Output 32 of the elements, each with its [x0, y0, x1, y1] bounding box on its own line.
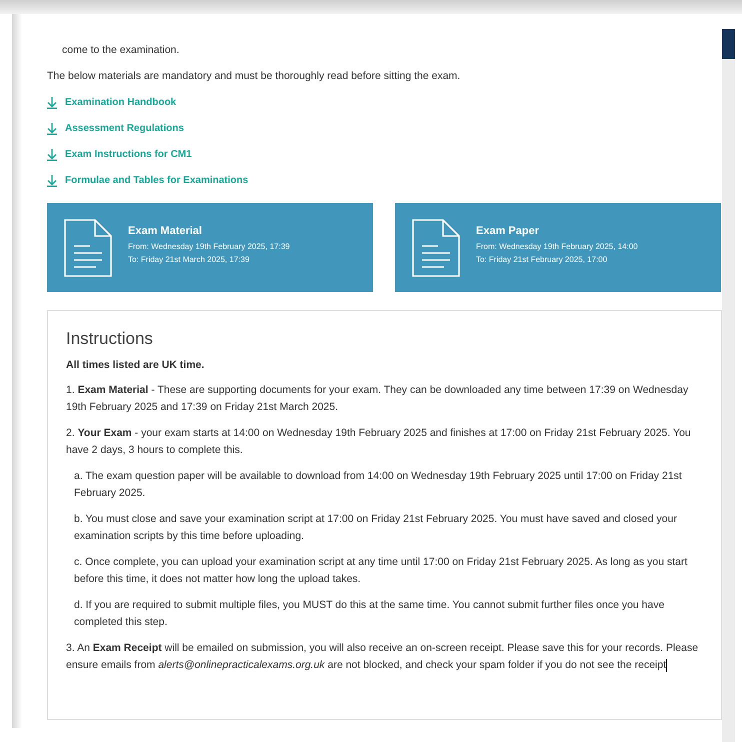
- instructions-title: Instructions: [66, 328, 154, 350]
- intro-text: The below materials are mandatory and must be thoroughly read before sitting the exam.: [47, 69, 462, 84]
- exam-card[interactable]: Exam Paper From: Wednesday 19th February 2025, 14:00 To: Friday 21st February 2025, 17:00: [395, 203, 721, 292]
- card-to-date: To: Friday 21st February 2025, 17:00: [476, 254, 608, 266]
- text-cursor: [666, 658, 668, 672]
- instruction-paragraph: 3. An Exam Receipt will be emailed on submission, you will also receive an on-screen receipt. Please save this for your records. Please ensure emails from alerts@onlinepracticalexams.org.uk are not blocked, and check your spam folder if you do not see the receipt: [66, 641, 700, 674]
- timezone-note: All times listed are UK time.: [66, 358, 206, 373]
- download-link[interactable]: Formulae and Tables for Examinations: [65, 172, 248, 189]
- instruction-paragraph: d. If you are required to submit multiple files, you MUST do this at the same time. You cannot submit further files once you have completed this step.: [74, 598, 666, 630]
- card-to-date: To: Friday 21st March 2025, 17:39: [128, 254, 250, 266]
- card-from-date: From: Wednesday 19th February 2025, 14:00: [476, 240, 638, 252]
- scrollbar-thumb[interactable]: [722, 29, 735, 59]
- exam-card[interactable]: Exam Material From: Wednesday 19th February 2025, 17:39 To: Friday 21st March 2025, 17:39: [47, 203, 373, 292]
- instruction-paragraph: 1. Exam Material - These are supporting documents for your exam. They can be downloaded any time between 17:39 on Wednesday 19th February 2025 and 17:39 on Friday 21st March 2025.: [66, 383, 690, 415]
- download-icon: [47, 96, 57, 108]
- download-icon: [47, 174, 57, 186]
- card-title: Exam Material: [128, 224, 203, 238]
- instruction-paragraph: a. The exam question paper will be available to download from 14:00 on Wednesday 19th February 2025 until 17:00 on Friday 21st February 2025.: [74, 469, 683, 501]
- scrollbar[interactable]: [722, 29, 735, 742]
- card-from-date: From: Wednesday 19th February 2025, 17:39: [128, 240, 290, 252]
- intro-text: come to the examination.: [61, 43, 180, 58]
- document-icon: [412, 218, 460, 276]
- download-link[interactable]: Assessment Regulations: [65, 120, 184, 137]
- download-icon: [47, 148, 57, 160]
- download-link[interactable]: Exam Instructions for CM1: [65, 146, 192, 163]
- download-icon: [47, 122, 57, 134]
- document-icon: [64, 218, 112, 276]
- instruction-paragraph: c. Once complete, you can upload your examination script at any time until 17:00 on Friday 21st February 2025. As long as you start before this time, it does not matter how long the upload takes.: [74, 555, 688, 587]
- instruction-paragraph: b. You must close and save your examination script at 17:00 on Friday 21st February 2025. You must have saved and closed your examination scripts by this time before uploading.: [74, 512, 678, 544]
- card-title: Exam Paper: [476, 224, 540, 238]
- download-link[interactable]: Examination Handbook: [65, 94, 176, 111]
- instruction-paragraph: 2. Your Exam - your exam starts at 14:00 on Wednesday 19th February 2025 and finishes at 17:00 on Friday 21st February 2025. You have 2 days, 3 hours to complete this.: [66, 426, 692, 458]
